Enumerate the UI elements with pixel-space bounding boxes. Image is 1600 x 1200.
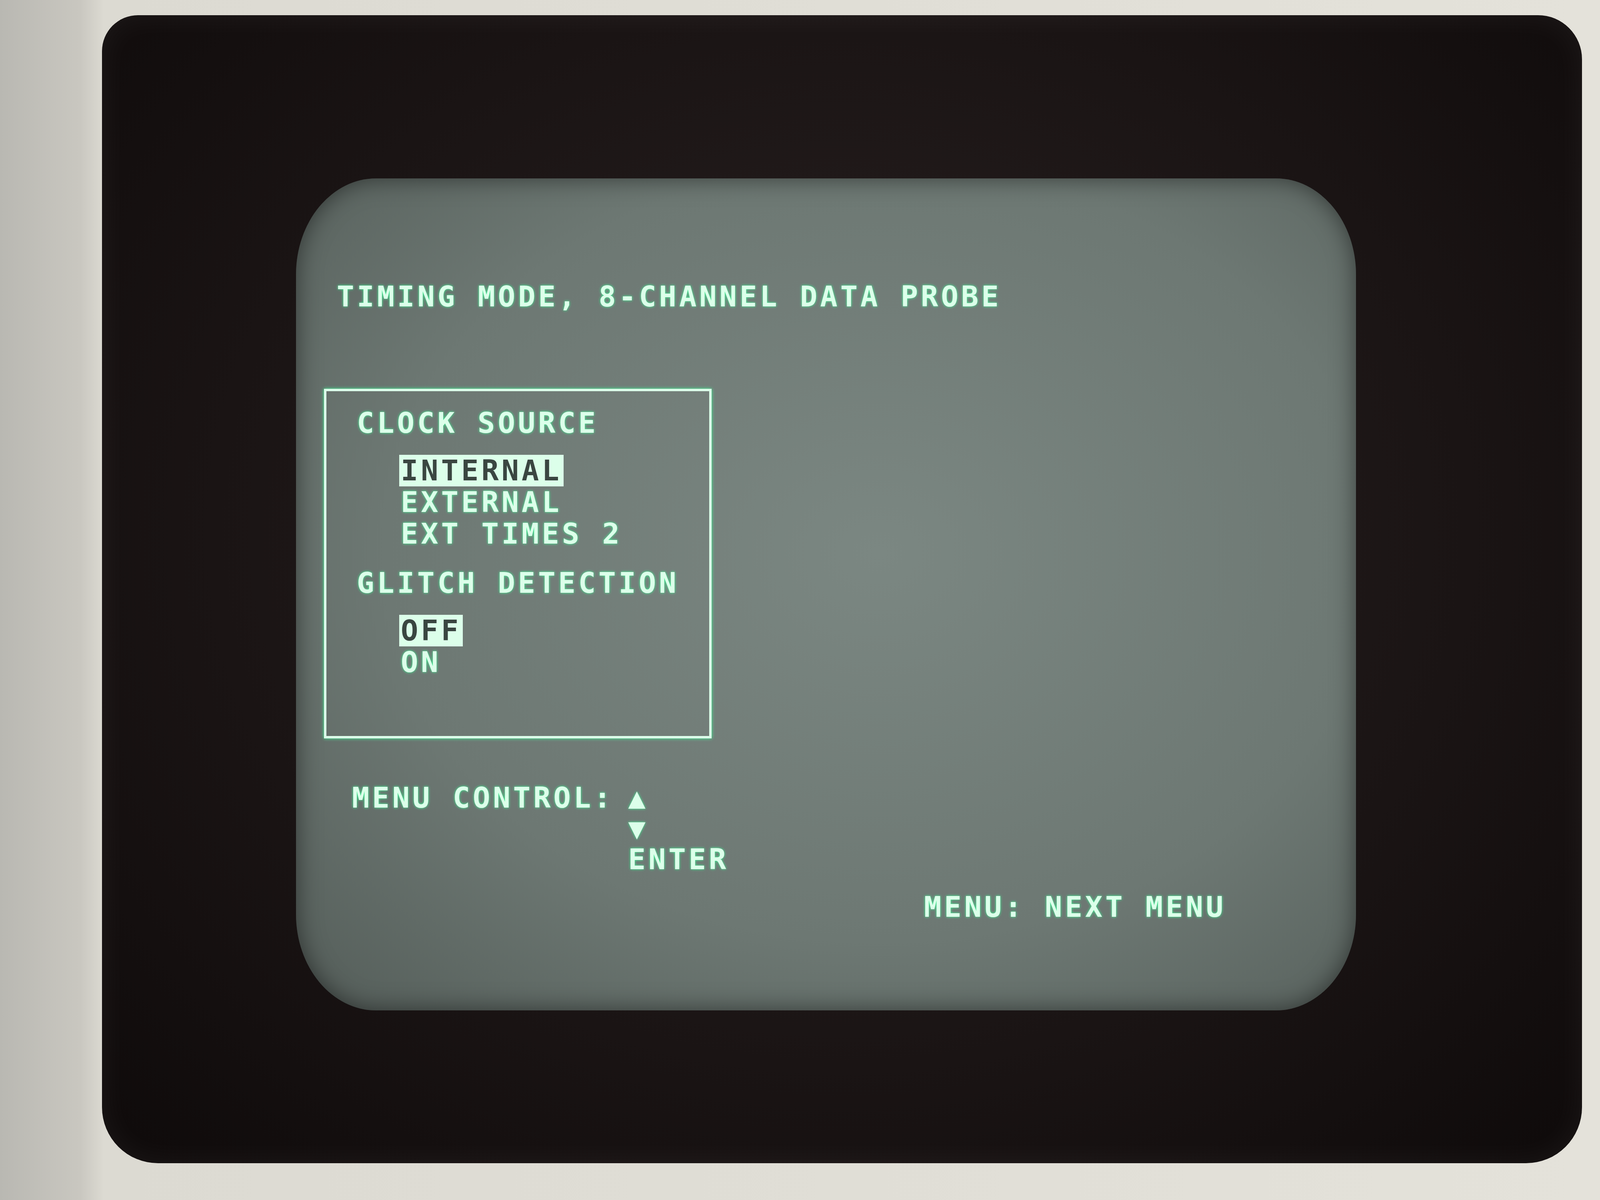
section-heading: GLITCH DETECTION <box>356 567 702 599</box>
control-key[interactable]: ENTER <box>628 844 730 875</box>
menu-section: GLITCH DETECTION OFFON <box>356 567 702 678</box>
menu-option[interactable]: ON <box>399 646 443 678</box>
section-heading: CLOCK SOURCE <box>356 407 702 439</box>
control-key[interactable]: ▼ <box>628 813 730 844</box>
menu-option[interactable]: EXT TIMES 2 <box>399 518 624 550</box>
menu-option[interactable]: OFF <box>399 614 463 647</box>
control-keys: ▲▼ENTER <box>628 782 730 875</box>
monitor-bezel: TIMING MODE, 8-CHANNEL DATA PROBE CLOCK S… <box>102 15 1582 1164</box>
menu-box: CLOCK SOURCE INTERNALEXTERNALEXT TIMES 2 G… <box>324 388 712 739</box>
menu-control-label: MENU CONTROL: <box>352 782 614 814</box>
photo-page: TIMING MODE, 8-CHANNEL DATA PROBE CLOCK S… <box>0 0 1600 1200</box>
menu-option[interactable]: INTERNAL <box>399 454 564 487</box>
control-key[interactable]: ▲ <box>628 782 730 814</box>
menu-section: CLOCK SOURCE INTERNALEXTERNALEXT TIMES 2 <box>356 407 702 550</box>
mode-title: TIMING MODE, 8-CHANNEL DATA PROBE <box>324 278 1356 315</box>
crt-screen: TIMING MODE, 8-CHANNEL DATA PROBE CLOCK S… <box>296 178 1356 1011</box>
menu-control: MENU CONTROL: ▲▼ENTER <box>324 782 1356 875</box>
next-menu-hint: MENU: NEXT MENU <box>324 890 1356 923</box>
menu-option[interactable]: EXTERNAL <box>399 486 564 518</box>
